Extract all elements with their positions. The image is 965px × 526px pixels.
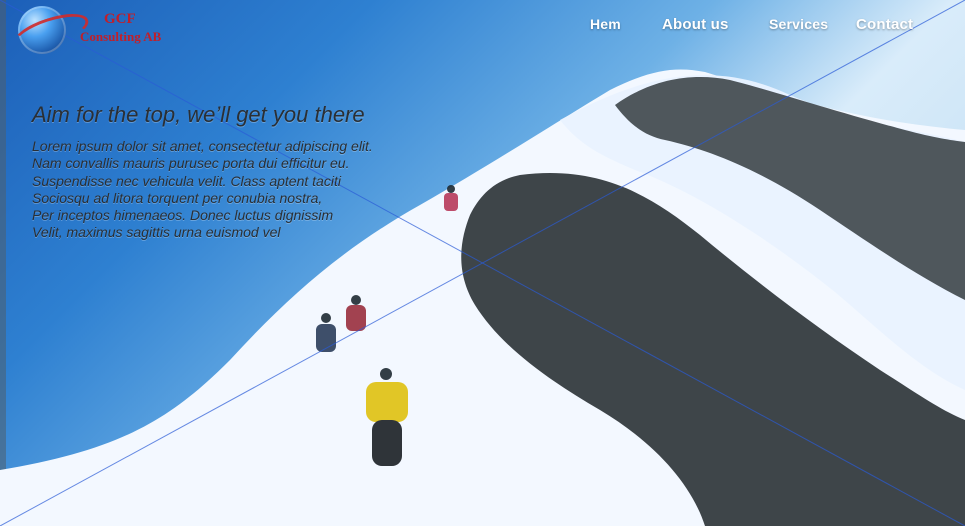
hero-body-line: Nam convallis mauris purusec porta dui e…	[32, 155, 350, 172]
hero-body-line: Velit, maximus sagittis urna euismod vel	[32, 224, 281, 241]
climber-2-body	[346, 305, 366, 331]
climber-4-head	[380, 368, 392, 380]
nav-link-hem[interactable]: Hem	[590, 16, 621, 32]
hero-body-line: Per inceptos himenaeos. Donec luctus dig…	[32, 207, 334, 224]
climber-3-head	[321, 313, 331, 323]
climber-4-body	[366, 382, 408, 422]
nav-link-contact[interactable]: Contact	[856, 16, 913, 33]
brand-logo[interactable]: GCF Consulting AB	[9, 6, 178, 58]
hero-copy: Aim for the top, we’ll get you there Lor…	[32, 102, 502, 242]
hero-body-line: Sociosqu ad litora torquent per conubia …	[32, 189, 323, 206]
hero-body-line: Suspendisse nec vehicula velit. Class ap…	[32, 172, 341, 189]
brand-name-line-2: Consulting AB	[80, 29, 162, 44]
landing-page: GCF Consulting AB Hem About us Services …	[0, 0, 965, 526]
hero-title: Aim for the top, we’ll get you there	[32, 102, 365, 127]
climber-3-body	[316, 324, 336, 352]
climber-2-head	[351, 295, 361, 305]
brand-name-line-1: GCF	[104, 11, 136, 27]
nav-link-about-us[interactable]: About us	[662, 16, 729, 33]
hero-mountain-background	[0, 69, 965, 526]
hero-body-line: Lorem ipsum dolor sit amet, consectetur …	[32, 138, 373, 154]
nav-link-services[interactable]: Services	[769, 16, 828, 32]
climber-4-pants	[372, 420, 402, 466]
hero-body: Lorem ipsum dolor sit amet, consectetur …	[32, 138, 502, 242]
top-navigation: Hem About us Services Contact	[545, 0, 965, 50]
